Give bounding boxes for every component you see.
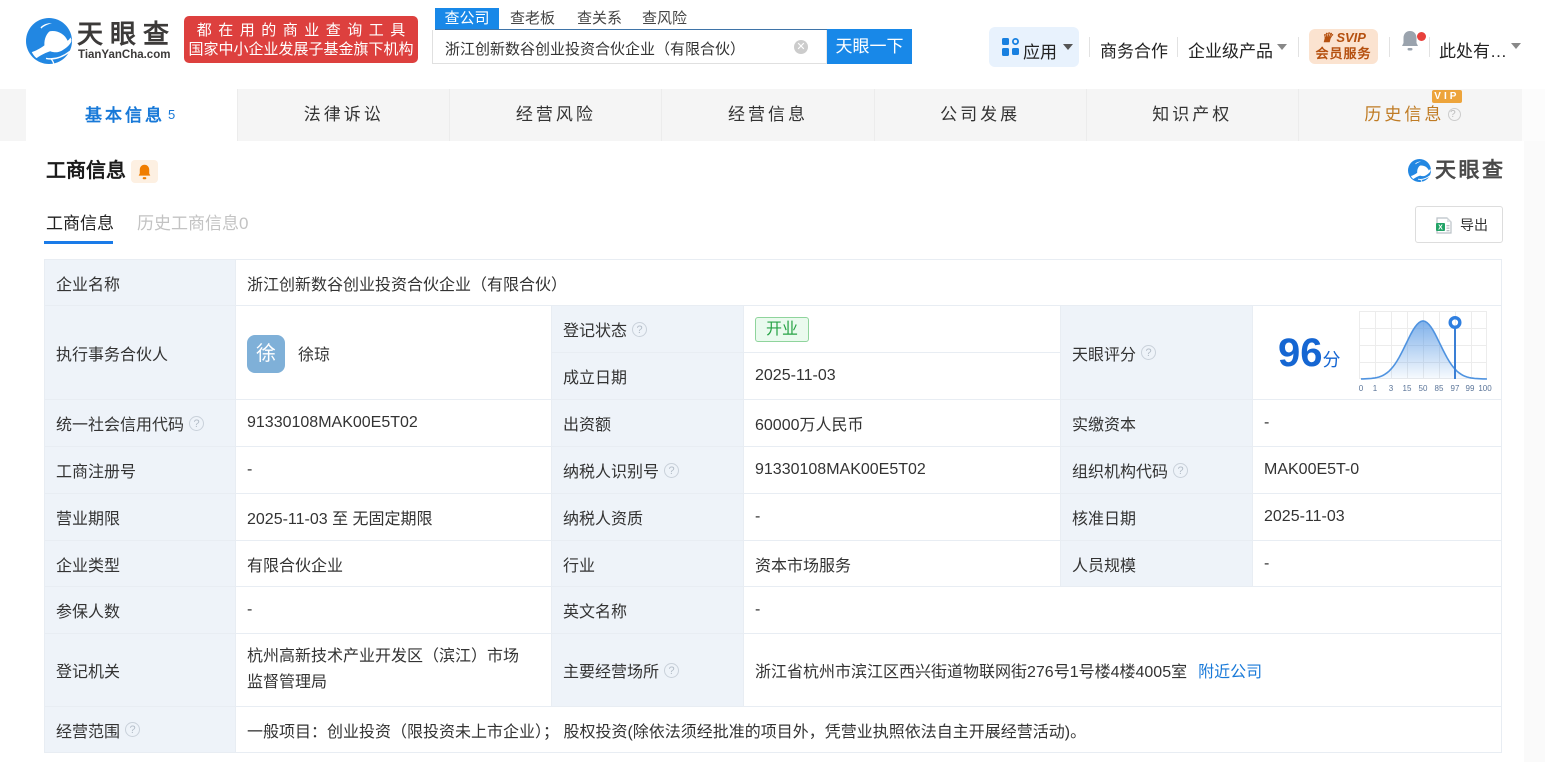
svg-text:50: 50 [1419,384,1428,393]
svg-text:15: 15 [1403,384,1412,393]
svg-text:85: 85 [1435,384,1444,393]
svg-text:3: 3 [1389,384,1394,393]
svg-text:99: 99 [1466,384,1475,393]
svg-text:97: 97 [1451,384,1460,393]
svg-text:1: 1 [1373,384,1378,393]
svg-text:0: 0 [1359,384,1364,393]
svg-text:100: 100 [1478,384,1492,393]
svg-text:X: X [1438,225,1443,232]
